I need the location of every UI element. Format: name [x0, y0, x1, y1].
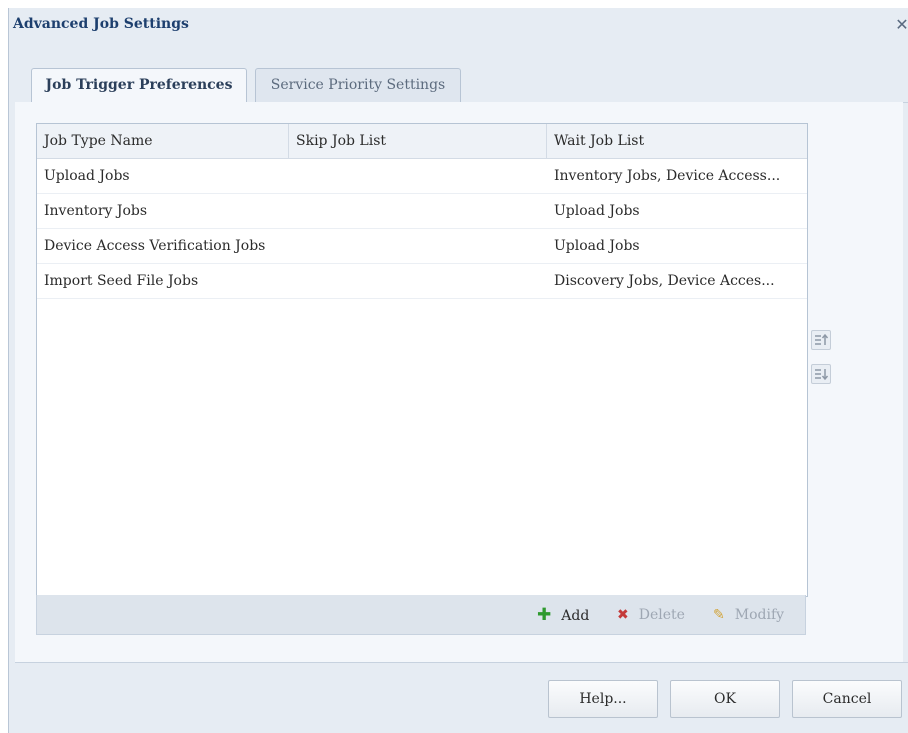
add-label: Add: [561, 608, 590, 624]
job-type-grid: Job Type Name Skip Job List Wait Job Lis…: [36, 123, 808, 597]
cancel-button[interactable]: Cancel: [792, 680, 902, 718]
pencil-icon: ✎: [713, 607, 725, 623]
plus-icon: ✚: [537, 605, 552, 625]
wait-job-list-cell: Upload Jobs: [554, 203, 640, 219]
table-row[interactable]: Inventory Jobs Upload Jobs: [37, 194, 807, 229]
tab-service-priority-settings[interactable]: Service Priority Settings: [255, 68, 461, 102]
move-down-icon[interactable]: [811, 364, 831, 384]
tab-job-trigger-preferences[interactable]: Job Trigger Preferences: [31, 68, 247, 103]
job-type-name-cell: Inventory Jobs: [44, 203, 148, 219]
table-row[interactable]: Device Access Verification Jobs Upload J…: [37, 229, 807, 264]
grid-toolbar: ✚ Add ✖ Delete ✎ Modify: [36, 595, 806, 635]
skip-job-list-cell: [289, 194, 547, 228]
ok-button[interactable]: OK: [670, 680, 780, 718]
job-type-name-cell: Upload Jobs: [44, 168, 130, 184]
skip-job-list-cell: [289, 159, 547, 193]
column-header-skip-job-list[interactable]: Skip Job List: [289, 124, 547, 158]
help-button[interactable]: Help...: [548, 680, 658, 718]
grid-header: Job Type Name Skip Job List Wait Job Lis…: [37, 124, 807, 159]
skip-job-list-cell: [289, 229, 547, 263]
tab-panel: Job Type Name Skip Job List Wait Job Lis…: [15, 102, 903, 662]
tab-bar: Job Trigger Preferences Service Priority…: [15, 44, 908, 103]
move-up-icon[interactable]: [811, 330, 831, 350]
skip-job-list-cell: [289, 264, 547, 298]
wait-job-list-cell: Upload Jobs: [554, 238, 640, 254]
divider: [15, 662, 908, 671]
table-row[interactable]: Import Seed File Jobs Discovery Jobs, De…: [37, 264, 807, 299]
dialog-title: Advanced Job Settings: [13, 16, 189, 32]
table-row[interactable]: Upload Jobs Inventory Jobs, Device Acces…: [37, 159, 807, 194]
add-button[interactable]: ✚ Add: [537, 595, 589, 635]
delete-button[interactable]: ✖ Delete: [617, 595, 685, 635]
column-header-job-type-name[interactable]: Job Type Name: [37, 124, 289, 158]
modify-label: Modify: [734, 607, 785, 623]
x-icon: ✖: [617, 607, 629, 623]
close-icon[interactable]: ✕: [895, 15, 908, 35]
job-type-name-cell: Device Access Verification Jobs: [44, 238, 266, 254]
wait-job-list-cell: Discovery Jobs, Device Acces...: [554, 273, 775, 289]
job-type-name-cell: Import Seed File Jobs: [44, 273, 199, 289]
column-header-wait-job-list[interactable]: Wait Job List: [547, 124, 805, 158]
modify-button[interactable]: ✎ Modify: [713, 595, 784, 635]
dialog-titlebar: Advanced Job Settings ✕: [9, 8, 908, 44]
advanced-job-settings-dialog: Advanced Job Settings ✕ Job Trigger Pref…: [8, 8, 908, 733]
wait-job-list-cell: Inventory Jobs, Device Access...: [554, 168, 781, 184]
delete-label: Delete: [638, 607, 685, 623]
